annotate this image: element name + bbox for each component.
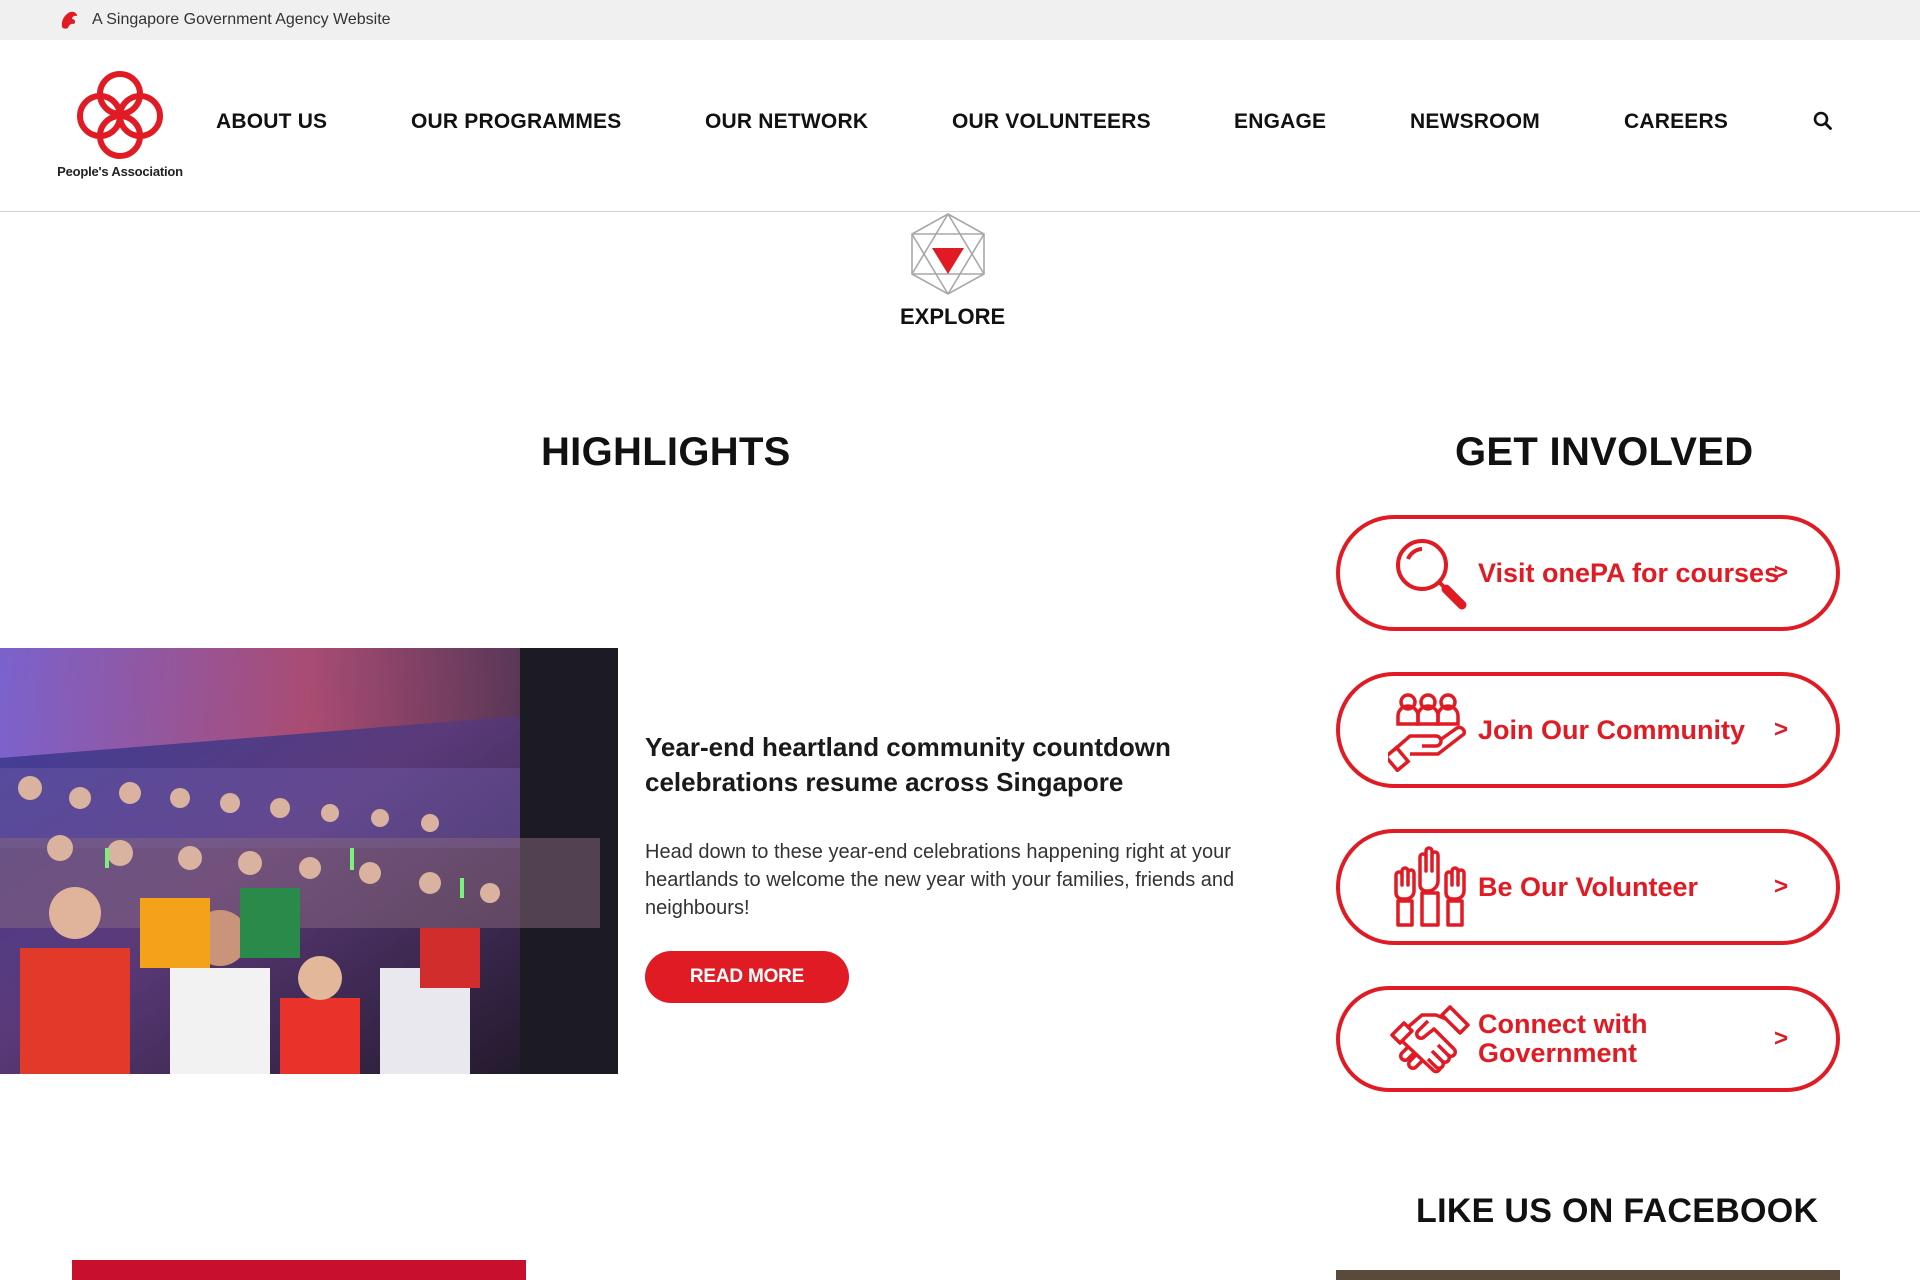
onepa-courses-button[interactable]: Visit onePA for courses > — [1336, 515, 1840, 631]
highlight-title[interactable]: Year-end heartland community countdown c… — [645, 730, 1305, 800]
explore-icon — [911, 213, 985, 295]
main-nav: ABOUT US OUR PROGRAMMES OUR NETWORK OUR … — [0, 40, 1920, 212]
nav-our-volunteers[interactable]: OUR VOLUNTEERS — [952, 110, 1151, 134]
join-community-label: Join Our Community — [1478, 714, 1746, 745]
read-more-button[interactable]: READ MORE — [645, 951, 849, 1003]
raised-hands-icon — [1388, 845, 1472, 929]
community-hand-icon — [1388, 688, 1472, 772]
nav-newsroom[interactable]: NEWSROOM — [1410, 110, 1540, 134]
join-community-button[interactable]: Join Our Community > — [1336, 672, 1840, 788]
be-volunteer-button[interactable]: Be Our Volunteer > — [1336, 829, 1840, 945]
secondary-highlight-image[interactable] — [72, 1260, 526, 1280]
handshake-icon — [1388, 997, 1472, 1081]
nav-careers[interactable]: CAREERS — [1624, 110, 1728, 134]
nav-our-programmes[interactable]: OUR PROGRAMMES — [411, 110, 621, 134]
merlion-icon — [58, 9, 80, 31]
search-icon[interactable] — [1812, 110, 1834, 132]
connect-government-button[interactable]: Connect with Government > — [1336, 986, 1840, 1092]
facebook-feed-thumbnail[interactable] — [1336, 1270, 1840, 1280]
highlight-image[interactable] — [0, 648, 618, 1074]
facebook-title: LIKE US ON FACEBOOK — [1416, 1192, 1819, 1230]
onepa-courses-label: Visit onePA for courses — [1478, 557, 1780, 588]
onepa-courses-arrow: > — [1773, 559, 1788, 586]
magnifier-icon — [1388, 531, 1472, 615]
nav-our-network[interactable]: OUR NETWORK — [705, 110, 868, 134]
nav-about-us[interactable]: ABOUT US — [216, 110, 327, 134]
explore-toggle[interactable]: EXPLORE — [900, 212, 1006, 330]
get-involved-title: GET INVOLVED — [1455, 430, 1754, 474]
highlights-title: HIGHLIGHTS — [541, 430, 791, 474]
gov-bar: A Singapore Government Agency Website — [0, 0, 1920, 40]
crowd-photo — [0, 648, 618, 1074]
connect-government-arrow: > — [1773, 1025, 1788, 1052]
be-volunteer-label: Be Our Volunteer — [1478, 871, 1699, 902]
connect-government-label: Connect with Government — [1478, 1009, 1648, 1068]
explore-label: EXPLORE — [900, 304, 1006, 329]
highlight-description: Head down to these year-end celebrations… — [645, 841, 1235, 919]
join-community-arrow: > — [1773, 716, 1788, 743]
be-volunteer-arrow: > — [1773, 873, 1788, 900]
site-header: People's Association ABOUT US OUR PROGRA… — [0, 40, 1920, 212]
nav-engage[interactable]: ENGAGE — [1234, 110, 1326, 134]
gov-bar-text: A Singapore Government Agency Website — [92, 11, 391, 28]
